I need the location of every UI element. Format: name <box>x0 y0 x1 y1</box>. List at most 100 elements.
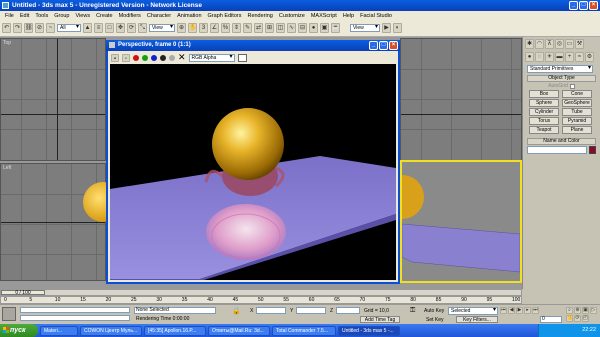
menu-group[interactable]: Group <box>51 13 72 19</box>
modify-tab-icon[interactable]: ◠ <box>535 39 544 49</box>
menu-character[interactable]: Character <box>144 13 174 19</box>
channel-select[interactable]: RGB Alpha <box>188 53 235 62</box>
select-object-icon[interactable]: ▲ <box>83 23 92 33</box>
bind-space-warp-icon[interactable]: ~ <box>46 23 55 33</box>
space-warps-icon[interactable]: ≈ <box>575 52 584 62</box>
clock[interactable]: 22:22 <box>582 327 596 333</box>
pyramid-button[interactable]: Pyramid <box>562 117 592 125</box>
minimize-button[interactable]: _ <box>569 1 578 10</box>
lock-selection-icon[interactable]: 🔒 <box>232 307 241 315</box>
menu-customize[interactable]: Customize <box>276 13 308 19</box>
play-icon[interactable]: ▶ <box>516 307 523 314</box>
move-icon[interactable]: ✥ <box>116 23 125 33</box>
menu-file[interactable]: File <box>2 13 17 19</box>
x-coordinate-input[interactable] <box>256 307 286 314</box>
menu-animation[interactable]: Animation <box>174 13 204 19</box>
object-color-swatch[interactable] <box>589 146 596 154</box>
motion-tab-icon[interactable]: ◎ <box>555 39 564 49</box>
active-shade-icon[interactable]: ◐ <box>393 23 402 33</box>
scale-icon[interactable]: ⤡ <box>138 23 147 33</box>
material-editor-icon[interactable]: ● <box>309 23 318 33</box>
render-close-button[interactable]: × <box>389 41 398 50</box>
box-button[interactable]: Box <box>529 90 559 98</box>
arc-rotate-icon[interactable]: ⟳ <box>574 315 581 322</box>
clear-icon[interactable]: ✕ <box>178 53 186 62</box>
render-scene-icon[interactable]: ▣ <box>320 23 329 33</box>
shapes-icon[interactable]: ◌ <box>535 52 544 62</box>
helpers-icon[interactable]: + <box>565 52 574 62</box>
quick-render-icon[interactable]: ☕ <box>331 23 340 33</box>
snap-icon[interactable]: 3 <box>199 23 208 33</box>
render-minimize-button[interactable]: _ <box>369 41 378 50</box>
save-bitmap-icon[interactable]: ▪ <box>111 53 119 62</box>
curve-editor-icon[interactable]: ∿ <box>287 23 296 33</box>
viewport-left-label[interactable]: Left <box>3 165 11 171</box>
previous-frame-icon[interactable]: ◀ <box>508 307 515 314</box>
go-to-end-icon[interactable]: ⏭ <box>532 307 539 314</box>
timeline-ruler[interactable]: 0 5 10 15 20 25 30 35 40 45 50 55 60 65 70 75 80 85 90 95 10… <box>0 296 522 304</box>
percent-snap-icon[interactable]: % <box>221 23 230 33</box>
cameras-icon[interactable]: ▬ <box>555 52 564 62</box>
red-channel-icon[interactable] <box>133 54 139 61</box>
close-button[interactable]: × <box>589 1 598 10</box>
named-selection-icon[interactable]: ✎ <box>243 23 252 33</box>
maxscript-mini-listener-pink[interactable] <box>20 307 130 313</box>
viewport-left[interactable]: Left <box>0 163 123 281</box>
menu-help[interactable]: Help <box>340 13 357 19</box>
z-coordinate-input[interactable] <box>336 307 360 314</box>
go-to-start-icon[interactable]: ⏮ <box>500 307 507 314</box>
maxscript-mini-listener-white[interactable] <box>20 315 130 321</box>
maxscript-listener[interactable] <box>2 307 16 321</box>
y-coordinate-input[interactable] <box>296 307 326 314</box>
systems-icon[interactable]: ⚙ <box>585 52 594 62</box>
monochrome-icon[interactable] <box>169 54 175 61</box>
maximize-button[interactable]: □ <box>579 1 588 10</box>
current-frame-input[interactable]: 0 <box>540 316 562 323</box>
zoom-icon[interactable]: ⌕ <box>566 307 573 314</box>
task-mail-answers[interactable]: Ответы@Mail.Ru: 3d... <box>208 325 270 336</box>
unlink-icon[interactable]: ⊘ <box>35 23 44 33</box>
schematic-view-icon[interactable]: ⊟ <box>298 23 307 33</box>
viewport-perspective[interactable] <box>400 160 522 283</box>
viewport-top[interactable]: Top <box>0 38 106 161</box>
object-type-rollout[interactable]: Object Type <box>527 75 596 82</box>
cylinder-button[interactable]: Cylinder <box>529 108 559 116</box>
category-select[interactable]: Standard Primitives <box>527 65 593 73</box>
pivot-icon[interactable]: ⊕ <box>177 23 186 33</box>
named-selection-select[interactable]: View <box>350 24 380 32</box>
time-slider-track[interactable]: 0 / 100 <box>0 289 522 296</box>
auto-key-button[interactable]: Auto Key <box>424 308 444 314</box>
menu-views[interactable]: Views <box>73 13 94 19</box>
autogrid-checkbox[interactable] <box>569 83 575 89</box>
pan-icon[interactable]: ✋ <box>566 315 573 322</box>
ref-coord-select[interactable]: View <box>149 24 175 32</box>
sphere-button[interactable]: Sphere <box>529 99 559 107</box>
green-channel-icon[interactable] <box>142 54 148 61</box>
name-color-rollout[interactable]: Name and Color <box>527 138 596 145</box>
angle-snap-icon[interactable]: ∠ <box>210 23 219 33</box>
task-3dsmax[interactable]: Untitled - 3ds max 5 -... <box>338 325 400 336</box>
set-key-button[interactable]: Set Key <box>426 317 444 323</box>
utilities-tab-icon[interactable]: ⚒ <box>575 39 584 49</box>
rotate-icon[interactable]: ⟳ <box>127 23 136 33</box>
key-icon[interactable]: ⚿ <box>410 307 415 315</box>
select-link-icon[interactable]: ⛓ <box>24 23 33 33</box>
object-name-input[interactable] <box>527 146 587 154</box>
menu-facial-studio[interactable]: Facial Studio <box>357 13 395 19</box>
alpha-channel-icon[interactable] <box>160 54 166 61</box>
hierarchy-tab-icon[interactable]: ⊼ <box>545 39 554 49</box>
menu-tools[interactable]: Tools <box>32 13 51 19</box>
plane-button[interactable]: Plane <box>562 126 592 134</box>
cone-button[interactable]: Cone <box>562 90 592 98</box>
geometry-icon[interactable]: ● <box>525 52 534 62</box>
clone-window-icon[interactable]: ▫ <box>122 53 130 62</box>
teapot-button[interactable]: Teapot <box>529 126 559 134</box>
maximize-viewport-icon[interactable]: ◰ <box>582 315 589 322</box>
region-select-icon[interactable]: □ <box>105 23 114 33</box>
render-last-icon[interactable]: ▶ <box>382 23 391 33</box>
select-by-name-icon[interactable]: ≡ <box>94 23 103 33</box>
display-tab-icon[interactable]: ▭ <box>565 39 574 49</box>
geosphere-button[interactable]: GeoSphere <box>562 99 592 107</box>
layers-icon[interactable]: ◫ <box>276 23 285 33</box>
start-button[interactable]: пуск <box>0 324 38 337</box>
